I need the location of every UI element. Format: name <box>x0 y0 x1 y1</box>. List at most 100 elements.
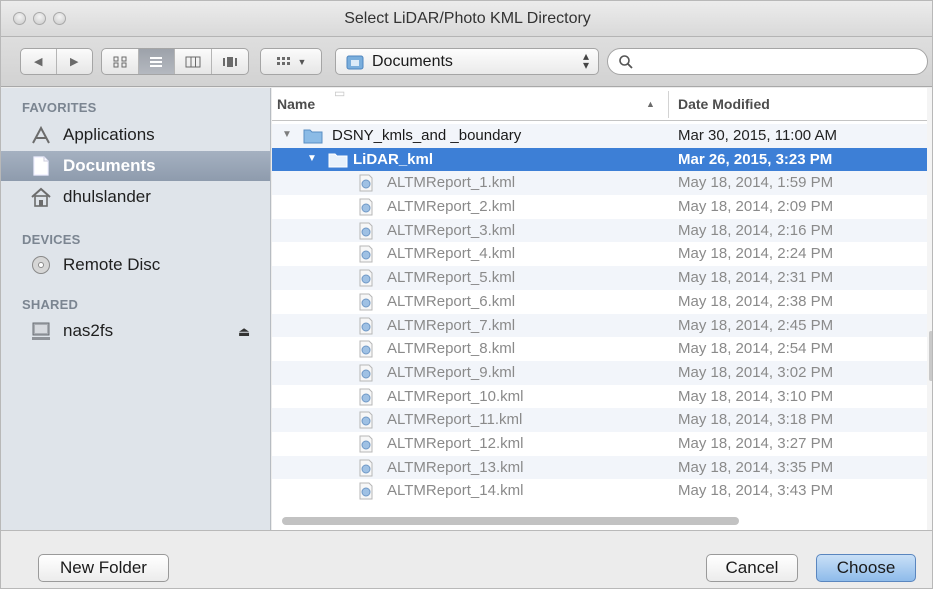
cancel-button[interactable]: Cancel <box>706 554 798 582</box>
back-button[interactable]: ◀ <box>21 49 57 74</box>
sort-ascending-icon: ▲ <box>646 99 655 109</box>
vertical-scrollbar[interactable] <box>929 331 932 381</box>
sidebar-item-label: dhulslander <box>63 187 151 206</box>
file-name: ALTMReport_4.kml <box>387 245 516 263</box>
file-list-rows: ▼ DSNY_kmls_and _boundary Mar 30, 2015, 11… <box>272 124 927 503</box>
eject-icon[interactable]: ⏏ <box>238 324 250 340</box>
sidebar-heading-shared: SHARED <box>22 297 79 312</box>
select-directory-dialog: Select LiDAR/Photo KML Directory ◀ ▶ ▼ D… <box>0 0 933 589</box>
search-field[interactable] <box>607 48 928 75</box>
icon-view-icon <box>113 56 127 67</box>
new-folder-button[interactable]: New Folder <box>38 554 169 582</box>
file-row: ALTMReport_4.kml May 18, 2014, 2:24 PM <box>272 242 927 266</box>
file-row: ALTMReport_10.kml May 18, 2014, 3:10 PM <box>272 385 927 409</box>
search-icon <box>619 55 633 69</box>
file-row: ALTMReport_5.kml May 18, 2014, 2:31 PM <box>272 266 927 290</box>
arrange-menu-cell: ▼ <box>261 49 321 74</box>
date-modified: May 18, 2014, 3:02 PM <box>678 363 834 381</box>
column-view-button[interactable] <box>175 49 212 74</box>
folder-row[interactable]: ▼ LiDAR_kml Mar 26, 2015, 3:23 PM <box>272 147 927 172</box>
date-modified: May 18, 2014, 3:18 PM <box>678 411 834 429</box>
file-row: ALTMReport_12.kml May 18, 2014, 3:27 PM <box>272 432 927 456</box>
list-view-button[interactable] <box>138 49 175 74</box>
kml-file-icon <box>358 388 374 410</box>
file-name: ALTMReport_6.kml <box>387 292 516 310</box>
path-popup[interactable]: Documents ▴ ▾ <box>335 48 599 75</box>
date-modified: Mar 30, 2015, 11:00 AM <box>678 127 837 144</box>
forward-button[interactable]: ▶ <box>57 49 93 74</box>
scrolled-row-ghost: ▭ <box>334 88 346 100</box>
kml-file-icon <box>358 435 374 457</box>
file-name: LiDAR_kml <box>353 150 434 168</box>
sidebar-item-label: Applications <box>63 125 155 144</box>
kml-file-icon <box>358 482 374 504</box>
column-header-date-modified[interactable]: Date Modified <box>678 96 770 112</box>
icon-view-button[interactable] <box>102 49 139 74</box>
horizontal-scrollbar[interactable] <box>282 517 739 525</box>
file-row: ALTMReport_8.kml May 18, 2014, 2:54 PM <box>272 337 927 361</box>
home-icon <box>31 187 51 207</box>
coverflow-view-button[interactable] <box>212 49 248 74</box>
arrange-menu-button[interactable]: ▼ <box>260 48 322 75</box>
folder-row[interactable]: ▼ DSNY_kmls_and _boundary Mar 30, 2015, 11… <box>272 124 927 148</box>
date-modified: May 18, 2014, 1:59 PM <box>678 174 834 192</box>
column-divider[interactable] <box>668 91 669 118</box>
file-row: ALTMReport_6.kml May 18, 2014, 2:38 PM <box>272 290 927 314</box>
sidebar-item-remote-disc[interactable]: Remote Disc <box>1 250 270 280</box>
sidebar-heading-devices: DEVICES <box>22 232 81 247</box>
file-name: ALTMReport_8.kml <box>387 340 516 358</box>
kml-file-icon <box>358 317 374 339</box>
file-row: ALTMReport_1.kml May 18, 2014, 1:59 PM <box>272 171 927 196</box>
file-list: ▭ Name ▲ Date Modified ▼ DSNY_kmls_and _b… <box>272 88 927 530</box>
chevron-down-icon: ▼ <box>297 56 307 67</box>
file-row: ALTMReport_14.kml May 18, 2014, 3:43 PM <box>272 479 927 503</box>
date-modified: May 18, 2014, 2:24 PM <box>678 245 834 263</box>
file-name: ALTMReport_13.kml <box>387 458 524 476</box>
kml-file-icon <box>358 459 374 481</box>
date-modified: May 18, 2014, 3:27 PM <box>678 434 834 452</box>
kml-file-icon <box>358 174 374 196</box>
file-name: ALTMReport_14.kml <box>387 482 524 500</box>
date-modified: May 18, 2014, 2:54 PM <box>678 340 834 358</box>
date-modified: May 18, 2014, 2:38 PM <box>678 292 834 310</box>
updown-arrows-icon: ▴ ▾ <box>582 49 589 72</box>
sidebar-item-documents[interactable]: Documents <box>1 151 270 181</box>
sidebar-item-nas2fs[interactable]: nas2fs ⏏ <box>1 316 270 346</box>
button-bar: New Folder Cancel Choose <box>1 530 932 588</box>
disclosure-triangle-icon[interactable]: ▼ <box>282 129 292 140</box>
date-modified: May 18, 2014, 3:43 PM <box>678 482 834 500</box>
toolbar: ◀ ▶ ▼ Documents ▴ ▾ <box>1 37 932 87</box>
vertical-scroll-track[interactable] <box>927 88 932 530</box>
sidebar-heading-favorites: FAVORITES <box>22 100 97 115</box>
list-view-icon <box>150 56 163 67</box>
folder-icon <box>346 55 364 69</box>
file-row: ALTMReport_11.kml May 18, 2014, 3:18 PM <box>272 408 927 432</box>
file-name: ALTMReport_11.kml <box>387 411 523 429</box>
disclosure-triangle-icon[interactable]: ▼ <box>307 153 317 164</box>
window-title: Select LiDAR/Photo KML Directory <box>344 10 591 27</box>
date-modified: May 18, 2014, 3:35 PM <box>678 458 834 476</box>
sidebar-item-home[interactable]: dhulslander <box>1 182 270 212</box>
column-header-name[interactable]: Name <box>277 96 315 112</box>
back-forward-control: ◀ ▶ <box>20 48 93 75</box>
sidebar-item-label: Remote Disc <box>63 255 161 274</box>
file-name: DSNY_kmls_and _boundary <box>332 127 522 144</box>
date-modified: May 18, 2014, 2:16 PM <box>678 221 834 239</box>
file-name: ALTMReport_7.kml <box>387 316 516 334</box>
file-row: ALTMReport_9.kml May 18, 2014, 3:02 PM <box>272 360 927 385</box>
date-modified: Mar 26, 2015, 3:23 PM <box>678 150 833 168</box>
path-popup-label: Documents <box>372 52 453 70</box>
sidebar-item-label: Documents <box>63 156 156 175</box>
sidebar-item-label: nas2fs <box>63 321 114 340</box>
kml-file-icon <box>358 222 374 244</box>
file-row: ALTMReport_13.kml May 18, 2014, 3:35 PM <box>272 455 927 481</box>
choose-button[interactable]: Choose <box>816 554 916 582</box>
folder-icon <box>328 151 348 172</box>
file-name: ALTMReport_10.kml <box>387 387 524 405</box>
sidebar-item-applications[interactable]: Applications <box>1 120 270 150</box>
folder-icon <box>303 127 323 148</box>
kml-file-icon <box>358 245 374 267</box>
title-bar: Select LiDAR/Photo KML Directory <box>1 1 932 37</box>
file-row: ALTMReport_7.kml May 18, 2014, 2:45 PM <box>272 313 927 339</box>
kml-file-icon <box>358 198 374 220</box>
